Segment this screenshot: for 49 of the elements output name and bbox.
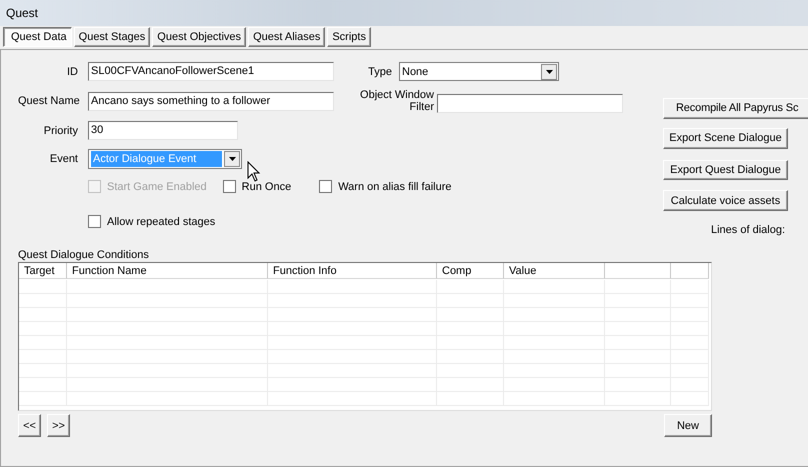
input-field[interactable]: 30 (88, 121, 238, 140)
table-cell (19, 294, 67, 308)
table-cell (19, 336, 67, 350)
table-cell (19, 392, 67, 406)
field-label: Priority (42, 124, 78, 136)
table-cell (19, 378, 67, 392)
field-label: Quest Name (18, 95, 78, 107)
page-button[interactable]: >> (47, 414, 70, 437)
table-cell (19, 308, 67, 322)
input-field[interactable] (437, 94, 623, 112)
action-button[interactable]: Export Quest Dialogue (663, 160, 788, 180)
window-title: Quest (6, 6, 38, 20)
column-header[interactable]: Comp (437, 263, 504, 279)
column-header[interactable]: Function Name (67, 263, 268, 279)
checkbox[interactable]: Run Once (222, 180, 292, 193)
tab[interactable]: Quest Aliases (248, 27, 326, 47)
column-header[interactable]: Value (504, 263, 605, 279)
action-button[interactable]: Export Scene Dialogue (663, 128, 788, 148)
field-label: Object Window Filter (359, 89, 434, 113)
table-cell (671, 280, 709, 294)
table-cell (19, 280, 67, 294)
tab[interactable]: Quest Objectives (152, 27, 246, 47)
action-button[interactable]: Calculate voice assets (663, 190, 788, 211)
tab[interactable]: Scripts (327, 27, 371, 47)
checkbox[interactable]: Warn on alias fill failure (319, 180, 452, 193)
dropdown[interactable]: None (399, 62, 559, 81)
field-label: Type (367, 66, 392, 78)
page-button[interactable]: << (18, 414, 41, 437)
tab[interactable]: Quest Stages (74, 27, 150, 47)
tab[interactable]: Quest Data (3, 27, 72, 47)
input-field[interactable]: Ancano says something to a follower (88, 92, 334, 110)
section-title: Quest Dialogue Conditions (18, 249, 150, 261)
action-button[interactable]: Recompile All Papyrus Sc (663, 98, 808, 119)
column-header[interactable] (605, 263, 671, 279)
table-cell (19, 364, 67, 378)
table-cell (19, 350, 67, 364)
field-label: ID (66, 66, 78, 78)
input-field[interactable]: SL00CFVAncanoFollowerScene1 (88, 62, 334, 81)
field-label: Event (48, 153, 78, 165)
table-cell (19, 322, 67, 336)
lines-of-dialog-label: Lines of dialog: (711, 224, 785, 236)
table-cell (605, 280, 671, 294)
column-header[interactable] (671, 263, 709, 279)
column-header[interactable]: Function Info (268, 263, 437, 279)
column-header[interactable]: Target (19, 263, 67, 279)
checkbox[interactable]: Allow repeated stages (88, 215, 216, 228)
mouse-pointer-icon (247, 161, 261, 182)
table-cell (437, 280, 504, 294)
new-button[interactable]: New (664, 414, 712, 437)
